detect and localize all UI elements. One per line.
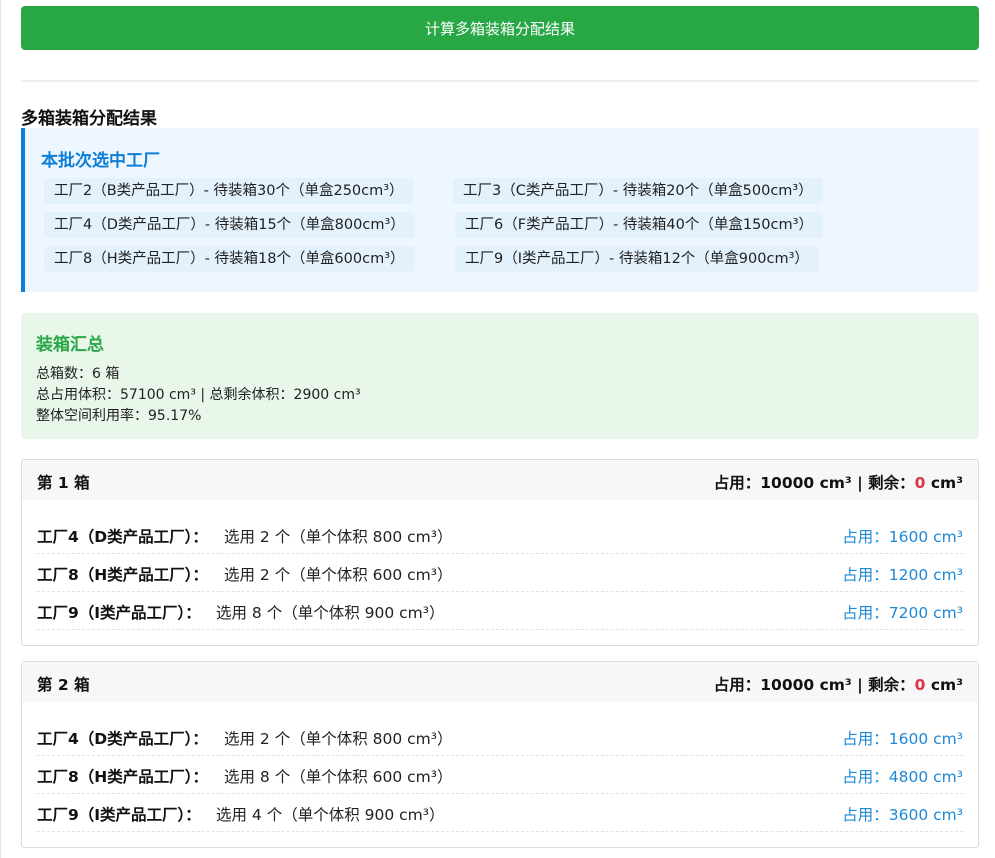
row-factory: 工厂4（D类产品工厂）： xyxy=(37,730,208,748)
box-name: 第 1 箱 xyxy=(37,474,90,492)
box-name: 第 2 箱 xyxy=(37,676,90,694)
row-detail: 选用 4 个（单个体积 900 cm³） xyxy=(216,806,445,824)
summary-panel: 装箱汇总 总箱数：6 箱 总占用体积：57100 cm³ | 总剩余体积：290… xyxy=(21,313,979,439)
row-detail: 选用 2 个（单个体积 800 cm³） xyxy=(224,528,453,546)
box-usage: 占用：10000 cm³ | 剩余：0 cm³ xyxy=(713,474,963,492)
row-detail: 选用 2 个（单个体积 800 cm³） xyxy=(224,730,453,748)
summary-utilization: 整体空间利用率：95.17% xyxy=(36,408,202,424)
factory-chip: 工厂2（B类产品工厂）- 待装箱30个（单盒250cm³） xyxy=(44,178,414,204)
row-detail: 选用 8 个（单个体积 600 cm³） xyxy=(224,768,453,786)
selected-factories-panel: 本批次选中工厂 工厂2（B类产品工厂）- 待装箱30个（单盒250cm³） 工厂… xyxy=(21,128,979,292)
row-factory: 工厂9（I类产品工厂）： xyxy=(37,806,201,824)
summary-title: 装箱汇总 xyxy=(36,335,104,355)
row-detail: 选用 2 个（单个体积 600 cm³） xyxy=(224,566,453,584)
factory-chip: 工厂8（H类产品工厂）- 待装箱18个（单盒600cm³） xyxy=(44,246,415,272)
box-header: 第 1 箱 占用：10000 cm³ | 剩余：0 cm³ xyxy=(22,460,978,500)
factory-chip: 工厂4（D类产品工厂）- 待装箱15个（单盒800cm³） xyxy=(44,212,415,238)
row-detail: 选用 8 个（单个体积 900 cm³） xyxy=(216,604,445,622)
box-row: 工厂8（H类产品工厂）： 选用 2 个（单个体积 600 cm³） 占用：120… xyxy=(37,555,963,592)
page-left-border xyxy=(0,0,1,858)
row-used: 占用：7200 cm³ xyxy=(842,604,963,622)
row-factory: 工厂8（H类产品工厂）： xyxy=(37,768,209,786)
factory-chip: 工厂9（I类产品工厂）- 待装箱12个（单盒900cm³） xyxy=(455,246,819,272)
box-card-1: 第 1 箱 占用：10000 cm³ | 剩余：0 cm³ 工厂4（D类产品工厂… xyxy=(21,459,979,646)
factory-chip: 工厂3（C类产品工厂）- 待装箱20个（单盒500cm³） xyxy=(453,178,823,204)
box-card-2: 第 2 箱 占用：10000 cm³ | 剩余：0 cm³ 工厂4（D类产品工厂… xyxy=(21,661,979,848)
row-used: 占用：3600 cm³ xyxy=(842,806,963,824)
row-used: 占用：1600 cm³ xyxy=(842,528,963,546)
selected-factories-title: 本批次选中工厂 xyxy=(41,151,160,171)
summary-total-boxes: 总箱数：6 箱 xyxy=(36,366,120,382)
result-title: 多箱装箱分配结果 xyxy=(21,109,157,129)
divider xyxy=(21,80,979,82)
box-row: 工厂8（H类产品工厂）： 选用 8 个（单个体积 600 cm³） 占用：480… xyxy=(37,757,963,794)
row-factory: 工厂4（D类产品工厂）： xyxy=(37,528,208,546)
box-row: 工厂9（I类产品工厂）： 选用 8 个（单个体积 900 cm³） 占用：720… xyxy=(37,593,963,630)
calculate-button[interactable]: 计算多箱装箱分配结果 xyxy=(21,6,979,50)
box-row: 工厂4（D类产品工厂）： 选用 2 个（单个体积 800 cm³） 占用：160… xyxy=(37,517,963,554)
box-row: 工厂4（D类产品工厂）： 选用 2 个（单个体积 800 cm³） 占用：160… xyxy=(37,719,963,756)
row-used: 占用：4800 cm³ xyxy=(842,768,963,786)
box-remaining: 0 xyxy=(914,474,926,492)
factory-chip: 工厂6（F类产品工厂）- 待装箱40个（单盒150cm³） xyxy=(455,212,823,238)
box-usage: 占用：10000 cm³ | 剩余：0 cm³ xyxy=(713,676,963,694)
box-remaining: 0 xyxy=(914,676,926,694)
summary-volume: 总占用体积：57100 cm³ | 总剩余体积：2900 cm³ xyxy=(36,387,361,403)
row-used: 占用：1600 cm³ xyxy=(842,730,963,748)
box-row: 工厂9（I类产品工厂）： 选用 4 个（单个体积 900 cm³） 占用：360… xyxy=(37,795,963,832)
row-factory: 工厂9（I类产品工厂）： xyxy=(37,604,201,622)
row-factory: 工厂8（H类产品工厂）： xyxy=(37,566,209,584)
box-header: 第 2 箱 占用：10000 cm³ | 剩余：0 cm³ xyxy=(22,662,978,702)
row-used: 占用：1200 cm³ xyxy=(842,566,963,584)
